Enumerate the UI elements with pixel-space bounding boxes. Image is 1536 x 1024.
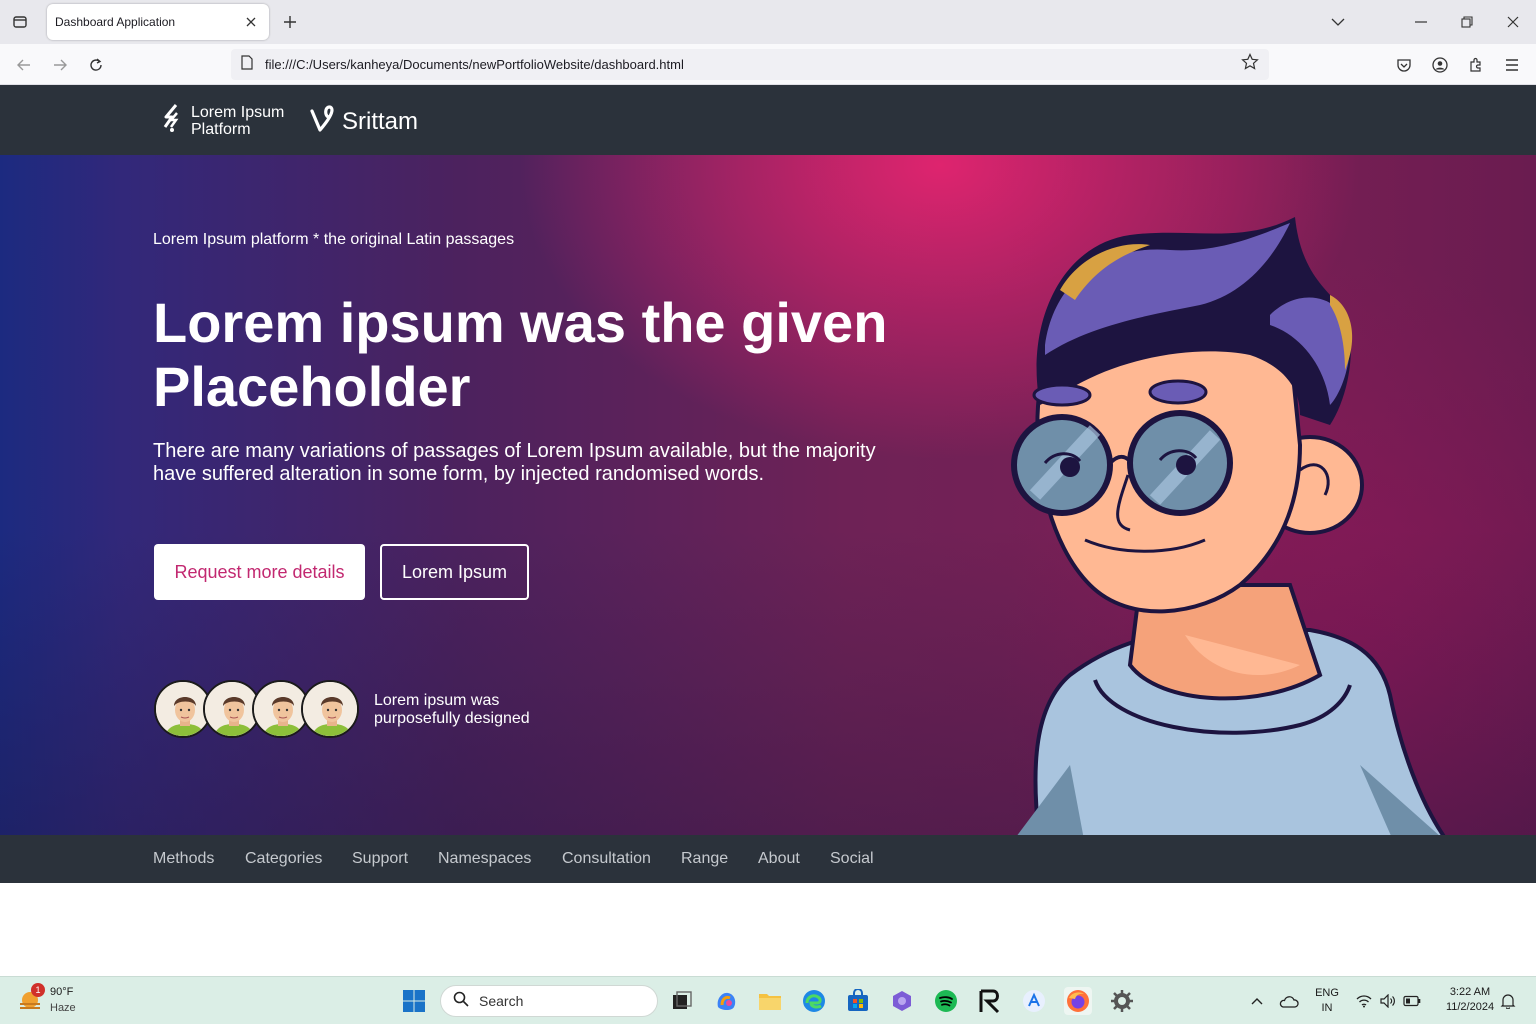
brand-line-1: Lorem Ipsum — [191, 103, 285, 121]
bookmark-star-icon[interactable] — [1241, 53, 1259, 76]
pocket-icon[interactable] — [1392, 53, 1416, 77]
tray-chevron-up-icon[interactable] — [1243, 987, 1271, 1015]
language-indicator[interactable]: ENG IN — [1312, 986, 1342, 1016]
search-placeholder: Search — [479, 993, 524, 1009]
new-tab-icon[interactable] — [278, 10, 302, 34]
bolt-logo-icon — [163, 103, 183, 138]
back-icon[interactable] — [11, 52, 37, 78]
hero-section: Lorem Ipsum platform * the original Lati… — [0, 155, 1536, 835]
edge-browser-icon[interactable] — [800, 987, 828, 1015]
address-bar[interactable]: file:///C:/Users/kanheya/Documents/newPo… — [231, 49, 1269, 80]
taskbar-search[interactable]: Search — [440, 985, 658, 1017]
search-icon — [453, 991, 469, 1012]
battery-icon[interactable] — [1398, 987, 1426, 1015]
tab-title: Dashboard Application — [55, 15, 176, 29]
nav-item-methods[interactable]: Methods — [153, 850, 214, 868]
tab-list-icon[interactable] — [8, 10, 32, 34]
brand-line-2: Platform — [191, 120, 251, 138]
windows-start-icon[interactable] — [400, 987, 428, 1015]
lorem-ipsum-button[interactable]: Lorem Ipsum — [380, 544, 529, 600]
extensions-icon[interactable] — [1464, 53, 1488, 77]
task-view-icon[interactable] — [668, 987, 696, 1015]
reload-icon[interactable] — [83, 52, 109, 78]
avatar-caption: Lorem ipsum was purposefully designed — [374, 692, 530, 727]
hero-eyebrow: Lorem Ipsum platform * the original Lati… — [153, 231, 515, 248]
nav-item-consultation[interactable]: Consultation — [562, 850, 651, 868]
clock-time: 3:22 AM — [1449, 986, 1491, 998]
brand-logo[interactable]: Lorem Ipsum Platform — [163, 103, 291, 138]
hero-description: There are many variations of passages of… — [153, 440, 876, 485]
notification-bell-icon[interactable] — [1494, 987, 1522, 1015]
restore-icon[interactable] — [1444, 0, 1490, 44]
nav-item-about[interactable]: About — [758, 850, 800, 868]
os-taskbar: 1 90°F Haze Search ENG IN 3:22 AM 11/2/2… — [0, 976, 1536, 1024]
firefox-icon[interactable] — [1064, 987, 1092, 1015]
close-tab-icon[interactable] — [241, 12, 261, 32]
nav-item-social[interactable]: Social — [830, 850, 874, 868]
menu-icon[interactable] — [1500, 53, 1524, 77]
account-icon[interactable] — [1428, 53, 1452, 77]
nav-item-namespaces[interactable]: Namespaces — [438, 850, 531, 868]
url-text: file:///C:/Users/kanheya/Documents/newPo… — [265, 57, 684, 72]
brand-name: Lorem Ipsum Platform — [191, 104, 291, 138]
weather-badge: 1 — [31, 983, 45, 997]
chevron-down-icon[interactable] — [1315, 0, 1361, 44]
minimize-icon[interactable] — [1398, 0, 1444, 44]
secondary-brand-name: Srittam — [342, 107, 419, 135]
settings-gear-icon[interactable] — [1108, 987, 1136, 1015]
nav-item-range[interactable]: Range — [681, 850, 728, 868]
region-code: IN — [1321, 1002, 1333, 1014]
close-window-icon[interactable] — [1490, 0, 1536, 44]
weather-temp: 90°F — [50, 986, 74, 998]
avatar-group — [154, 680, 364, 740]
avatar — [301, 680, 359, 738]
r-app-icon[interactable] — [976, 987, 1004, 1015]
microsoft-store-icon[interactable] — [844, 987, 872, 1015]
vine-logo-icon — [310, 105, 336, 138]
weather-desc: Haze — [50, 1002, 76, 1014]
browser-toolbar: file:///C:/Users/kanheya/Documents/newPo… — [0, 44, 1536, 85]
clock-date: 11/2/2024 — [1445, 1001, 1495, 1013]
page-icon — [241, 54, 253, 75]
file-explorer-icon[interactable] — [756, 987, 784, 1015]
secondary-brand[interactable]: Srittam — [310, 105, 418, 138]
browser-tab-bar: Dashboard Application — [0, 0, 1536, 44]
browser-tab[interactable]: Dashboard Application — [47, 4, 269, 40]
nav-item-categories[interactable]: Categories — [245, 850, 322, 868]
onedrive-cloud-icon[interactable] — [1275, 987, 1303, 1015]
request-details-button[interactable]: Request more details — [154, 544, 365, 600]
spotify-icon[interactable] — [932, 987, 960, 1015]
translator-icon[interactable] — [1020, 987, 1048, 1015]
language-code: ENG — [1315, 987, 1339, 999]
secondary-nav: Methods Categories Support Namespaces Co… — [0, 835, 1536, 883]
loop-app-icon[interactable] — [888, 987, 916, 1015]
hero-title: Lorem ipsum was the given Placeholder — [153, 291, 888, 418]
copilot-icon[interactable] — [712, 987, 740, 1015]
nav-item-support[interactable]: Support — [352, 850, 408, 868]
forward-icon[interactable] — [47, 52, 73, 78]
hero-illustration — [1011, 217, 1446, 835]
site-header: Lorem Ipsum Platform Srittam — [0, 85, 1536, 155]
